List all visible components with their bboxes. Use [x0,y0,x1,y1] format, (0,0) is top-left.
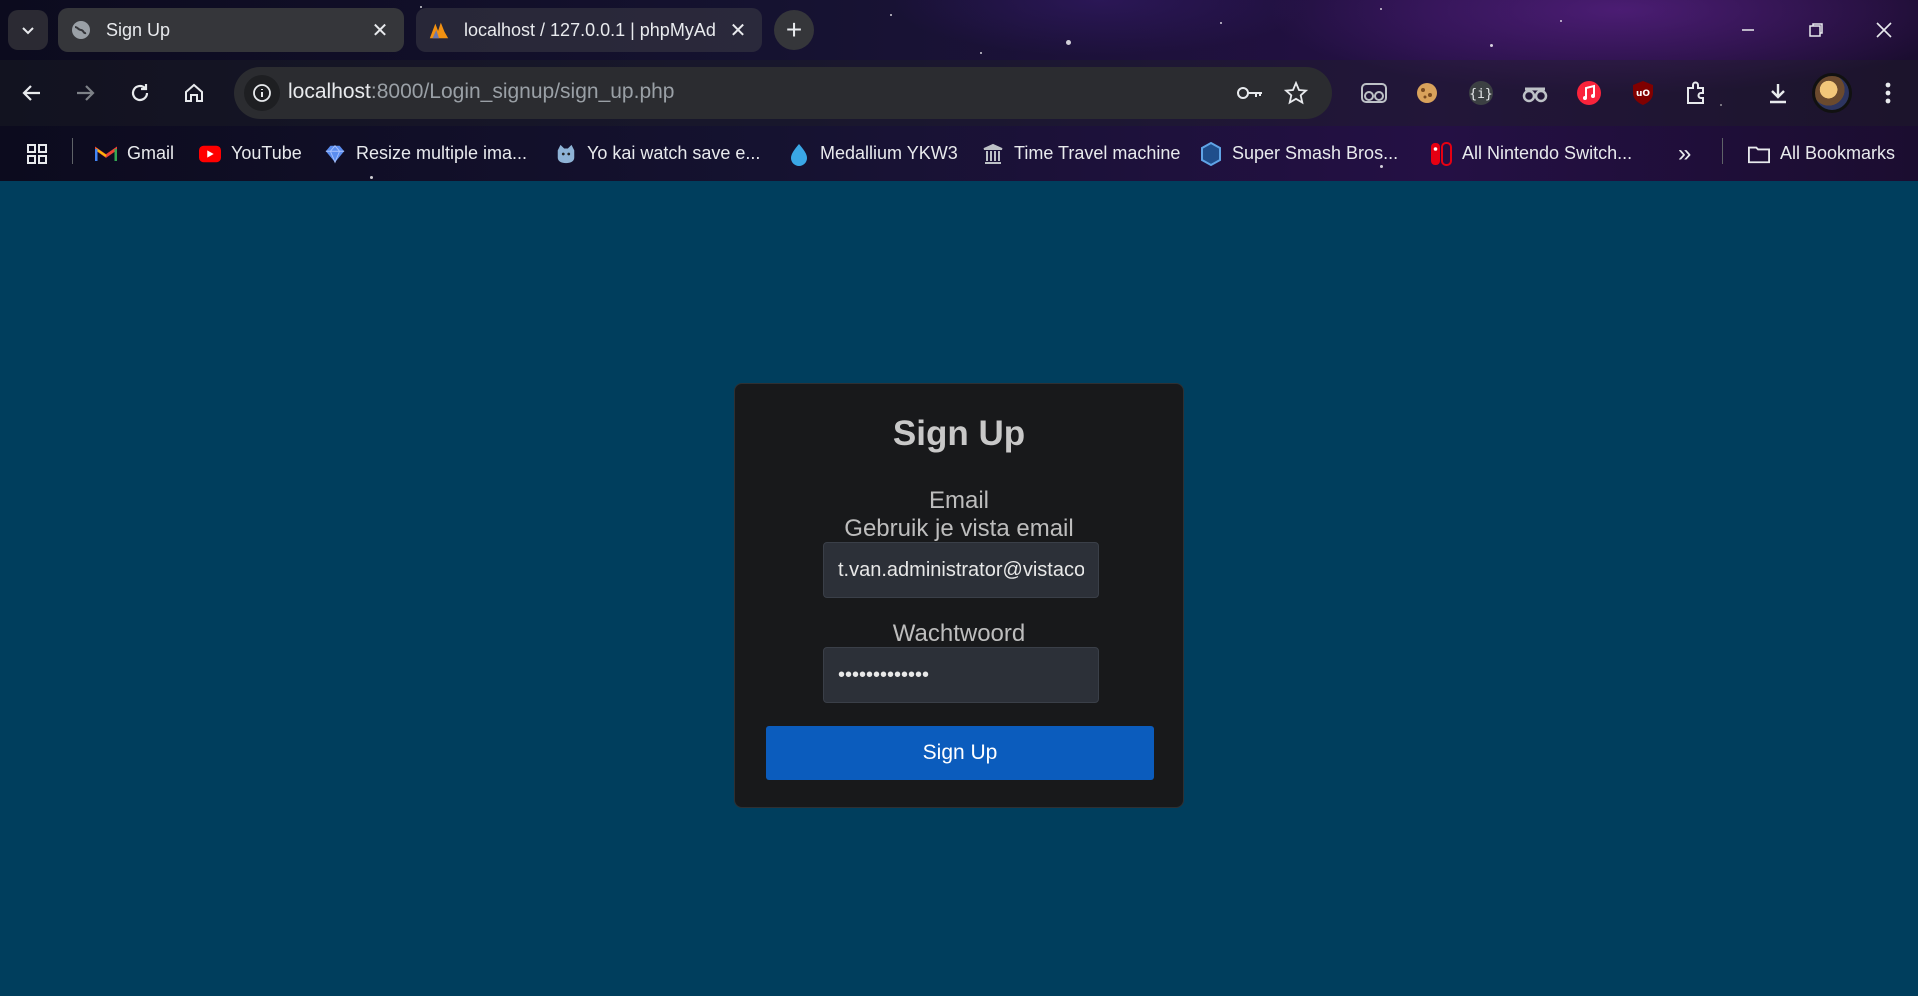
password-label: Wachtwoord [892,620,1026,647]
bookmark-smash-bros[interactable]: Super Smash Bros... [1200,126,1398,181]
new-tab-button[interactable]: + [774,10,814,50]
svg-text:{i}: {i} [1469,87,1492,102]
bookmark-label: Gmail [127,143,175,163]
close-icon[interactable]: ✕ [726,18,750,42]
reader-glasses-icon[interactable] [1357,76,1391,110]
email-field[interactable] [823,542,1099,598]
bookmark-time-travel[interactable]: Time Travel machine [982,126,1180,181]
tab-phpmyadmin[interactable]: localhost / 127.0.0.1 | phpMyAd ✕ [416,8,762,52]
email-hint: Gebruik je vista email [844,515,1074,542]
tab-strip: Sign Up ✕ localhost / 127.0.0.1 | phpMyA… [0,0,1918,60]
diamond-icon [324,143,346,165]
tab-title: localhost / 127.0.0.1 | phpMyAd [464,19,716,40]
email-label: Email [928,487,989,514]
museum-icon [982,143,1004,165]
youtube-icon [199,143,221,165]
sign-up-button[interactable]: Sign Up [766,726,1154,780]
url-host: localhost [288,80,371,103]
password-key-icon[interactable] [1236,79,1264,107]
folder-icon [1748,143,1770,165]
reload-icon [131,84,149,102]
bookmark-label: YouTube [231,143,302,163]
gmail-icon [95,143,117,165]
phpmyadmin-icon [428,19,450,41]
signup-form: Sign Up Email Gebruik je vista email Wac… [734,383,1184,808]
bookmark-resize-images[interactable]: Resize multiple ima... [324,126,527,181]
close-icon[interactable]: ✕ [368,18,392,42]
browser-chrome: Sign Up ✕ localhost / 127.0.0.1 | phpMyA… [0,0,1918,181]
download-icon[interactable] [1761,76,1795,110]
hexagon-icon [1200,141,1222,166]
profile-avatar[interactable] [1812,73,1852,113]
bookmark-youtube[interactable]: YouTube [199,126,302,181]
ublock-shield-icon[interactable]: uO [1626,76,1660,110]
apps-grid-icon[interactable] [26,126,48,181]
bookmark-label: Medallium YKW3 [820,143,958,163]
bookmark-label: Time Travel machine [1014,143,1181,163]
bookmark-yokai-save[interactable]: Yo kai watch save e... [555,126,760,181]
minimize-button[interactable] [1714,0,1782,60]
password-field[interactable] [823,647,1099,703]
restore-icon [1809,23,1823,37]
arrow-right-icon [77,85,95,101]
toolbar: localhost:8000/Login_signup/sign_up.php … [0,60,1918,126]
bookmarks-bar: Gmail YouTube Resize multiple ima... Yo … [0,126,1918,181]
minimize-icon [1742,29,1754,31]
extensions-puzzle-icon[interactable] [1680,76,1714,110]
url-path: :8000/Login_signup/sign_up.php [370,80,675,103]
spy-glasses-icon[interactable] [1518,76,1552,110]
bookmark-label: All Nintendo Switch... [1462,143,1633,163]
bookmark-nintendo-switch[interactable]: All Nintendo Switch... [1430,126,1632,181]
close-window-button[interactable] [1850,0,1918,60]
reload-button[interactable] [118,71,162,115]
bookmark-label: All Bookmarks [1780,143,1896,163]
bookmark-label: Super Smash Bros... [1232,143,1399,163]
bookmark-gmail[interactable]: Gmail [95,126,174,181]
cat-icon [555,143,577,165]
form-title: Sign Up [892,414,1026,453]
info-icon [253,84,271,102]
back-button[interactable] [10,71,54,115]
forward-button[interactable] [63,71,107,115]
svg-text:uO: uO [1636,89,1650,99]
close-icon [1876,22,1892,38]
home-icon [185,83,203,102]
home-button[interactable] [172,71,216,115]
bookmark-label: Resize multiple ima... [356,143,528,163]
bookmark-star-icon[interactable] [1282,79,1310,107]
cookie-icon[interactable] [1410,76,1444,110]
address-bar[interactable]: localhost:8000/Login_signup/sign_up.php [234,67,1332,119]
menu-kebab-icon[interactable] [1871,76,1905,110]
bookmarks-divider [72,138,73,164]
url-text[interactable]: localhost:8000/Login_signup/sign_up.php [288,80,675,104]
chevron-down-icon [22,27,34,35]
tab-search-button[interactable] [8,10,48,50]
site-info-button[interactable] [244,75,280,111]
bookmark-medallium[interactable]: Medallium YKW3 [788,126,958,181]
music-note-icon[interactable] [1572,76,1606,110]
more-bookmarks-button[interactable]: » [1678,126,1691,181]
arrow-left-icon [22,85,40,101]
drop-icon [788,143,810,166]
bookmarks-divider [1722,138,1723,164]
json-braces-icon[interactable]: {i} [1464,76,1498,110]
globe-icon [70,19,92,41]
all-bookmarks-button[interactable]: All Bookmarks [1748,126,1895,181]
bookmark-label: Yo kai watch save e... [587,143,761,163]
tab-sign-up[interactable]: Sign Up ✕ [58,8,404,52]
restore-button[interactable] [1782,0,1850,60]
tab-title: Sign Up [106,19,171,40]
switch-icon [1430,141,1452,166]
